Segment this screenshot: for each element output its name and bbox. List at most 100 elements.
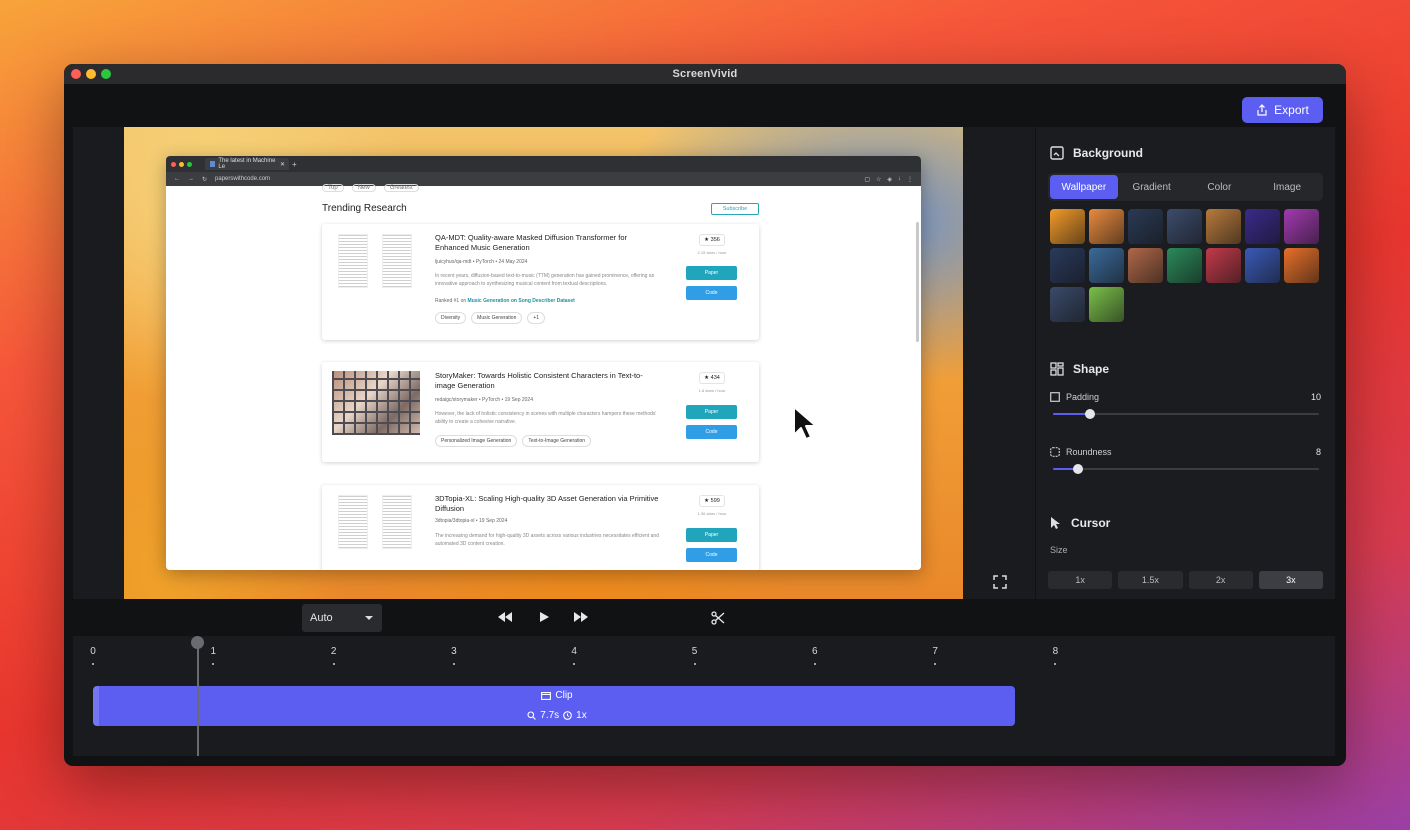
paper-thumbnail <box>332 371 420 435</box>
paper-tags: Diversity Music Generation +1 <box>435 312 546 324</box>
timeline[interactable]: Clip 7.7s 1x 0 1 2 3 4 5 6 7 8 <box>73 636 1335 756</box>
playhead-handle[interactable] <box>191 636 205 649</box>
tab-wallpaper[interactable]: Wallpaper <box>1050 175 1118 199</box>
browser-zoom-dot <box>187 161 192 167</box>
forward-icon: → <box>188 176 194 182</box>
timeline-tick-label: 1 <box>210 646 217 657</box>
cursor-size-2x[interactable]: 2x <box>1188 571 1253 589</box>
zoom-window-button[interactable] <box>101 69 111 79</box>
wallpaper-option[interactable] <box>1206 248 1241 283</box>
timeline-tick-label: 8 <box>1052 646 1059 657</box>
menu-dots-icon: ⋮ <box>907 176 913 183</box>
clip-speed: 1x <box>576 710 587 721</box>
timeline-tick-label: 4 <box>571 646 577 657</box>
mouse-cursor-icon <box>793 406 817 440</box>
paper-meta: 3dtopia/3dtopia-xl • 19 Sep 2024 <box>435 518 508 524</box>
timeline-tick-label: 6 <box>812 646 818 657</box>
sort-filters: Top New Greatest <box>322 184 419 192</box>
roundness-slider-knob[interactable] <box>1073 464 1084 474</box>
tag: Personalized Image Generation <box>435 435 518 447</box>
roundness-icon <box>1050 447 1060 457</box>
clip-icon <box>541 692 552 700</box>
cursor-icon <box>1051 517 1060 529</box>
paper-card: StoryMaker: Towards Holistic Consistent … <box>322 362 759 462</box>
paper-description: In recent years, diffusion-based text-to… <box>435 273 655 287</box>
wallpaper-option[interactable] <box>1245 209 1280 244</box>
cursor-section-header: Cursor <box>1050 516 1110 530</box>
filter-top: Top <box>322 184 344 192</box>
tag: +1 <box>527 312 546 324</box>
browser-url: paperswithcode.com <box>215 176 271 182</box>
timeline-tick-label: 7 <box>932 646 938 657</box>
play-icon[interactable] <box>539 612 549 622</box>
wallpaper-option[interactable] <box>1089 287 1124 322</box>
wallpaper-option[interactable] <box>1284 248 1319 283</box>
shape-title: Shape <box>1073 362 1110 376</box>
wallpaper-option[interactable] <box>1128 209 1163 244</box>
webpage-content: Top New Greatest Trending Research Subsc… <box>166 184 921 570</box>
padding-slider[interactable] <box>1053 409 1319 419</box>
background-section-header: Background <box>1050 146 1143 160</box>
back-icon: ← <box>174 176 180 182</box>
roundness-slider[interactable] <box>1053 464 1319 474</box>
fast-forward-icon[interactable] <box>574 612 588 622</box>
paper-rank: Ranked #1 on Music Generation on Song De… <box>435 298 575 304</box>
paper-title: StoryMaker: Towards Holistic Consistent … <box>435 371 643 390</box>
wallpaper-option[interactable] <box>1050 287 1085 322</box>
clip-header: Clip <box>99 690 1015 701</box>
roundness-value: 8 <box>1315 447 1321 457</box>
background-title: Background <box>1073 146 1144 160</box>
code-button: Code <box>686 286 737 300</box>
padding-value: 10 <box>1310 392 1321 402</box>
fullscreen-icon[interactable] <box>993 575 1007 589</box>
stars-per-hour: 2.15 stars / hour <box>697 250 727 255</box>
playback-controls: Auto <box>64 599 1346 635</box>
cursor-size-1x[interactable]: 1x <box>1048 571 1113 589</box>
wallpaper-option[interactable] <box>1284 209 1319 244</box>
layout-icon <box>1050 362 1064 376</box>
timeline-tick-mark <box>92 663 94 665</box>
rewind-icon[interactable] <box>498 612 512 622</box>
download-icon: ↓ <box>898 175 901 182</box>
padding-slider-knob[interactable] <box>1085 409 1096 419</box>
tag: Diversity <box>435 312 467 324</box>
wallpaper-option[interactable] <box>1050 248 1085 283</box>
export-button[interactable]: Export <box>1242 97 1323 123</box>
scissors-icon[interactable] <box>711 611 725 625</box>
clip-duration: 7.7s <box>540 710 560 721</box>
paper-meta: redaigc/storymaker • PyTorch • 19 Sep 20… <box>435 397 533 403</box>
cursor-size-3x[interactable]: 3x <box>1258 571 1323 589</box>
wallpaper-option[interactable] <box>1089 209 1124 244</box>
playhead[interactable] <box>196 642 199 756</box>
wallpaper-option[interactable] <box>1089 248 1124 283</box>
wallpaper-option[interactable] <box>1167 209 1202 244</box>
new-tab-icon: + <box>292 159 297 169</box>
clip-label: Clip <box>555 690 573 701</box>
paper-title: 3DTopia-XL: Scaling High-quality 3D Asse… <box>435 494 659 513</box>
timeline-tick-label: 3 <box>451 646 457 657</box>
title-bar: ScreenVivid <box>64 64 1346 84</box>
wallpaper-option[interactable] <box>1245 248 1280 283</box>
clip-track[interactable]: Clip 7.7s 1x <box>93 686 1015 726</box>
wallpaper-option[interactable] <box>1050 209 1085 244</box>
tag: Music Generation <box>471 312 523 324</box>
zoom-icon <box>527 711 537 720</box>
wallpaper-option[interactable] <box>1167 248 1202 283</box>
wallpaper-option[interactable] <box>1128 248 1163 283</box>
wallpaper-option[interactable] <box>1206 209 1241 244</box>
browser-minimize-dot <box>179 161 184 167</box>
minimize-window-button[interactable] <box>86 69 96 79</box>
padding-icon <box>1050 392 1060 402</box>
cursor-size-1-5x[interactable]: 1.5x <box>1118 571 1183 589</box>
close-window-button[interactable] <box>71 69 81 79</box>
speed-select-value: Auto <box>310 612 333 624</box>
background-tabs: Wallpaper Gradient Color Image <box>1048 173 1323 201</box>
code-button: Code <box>686 425 737 439</box>
tab-image[interactable]: Image <box>1253 175 1321 199</box>
paper-button: Paper <box>686 266 737 280</box>
preview-area: The latest in Machine Le ✕ + ← → ↻ paper… <box>73 127 1035 599</box>
speed-select[interactable]: Auto <box>302 604 382 632</box>
paper-card: QA-MDT: Quality-aware Masked Diffusion T… <box>322 224 759 340</box>
tab-gradient[interactable]: Gradient <box>1118 175 1186 199</box>
tab-color[interactable]: Color <box>1186 175 1254 199</box>
